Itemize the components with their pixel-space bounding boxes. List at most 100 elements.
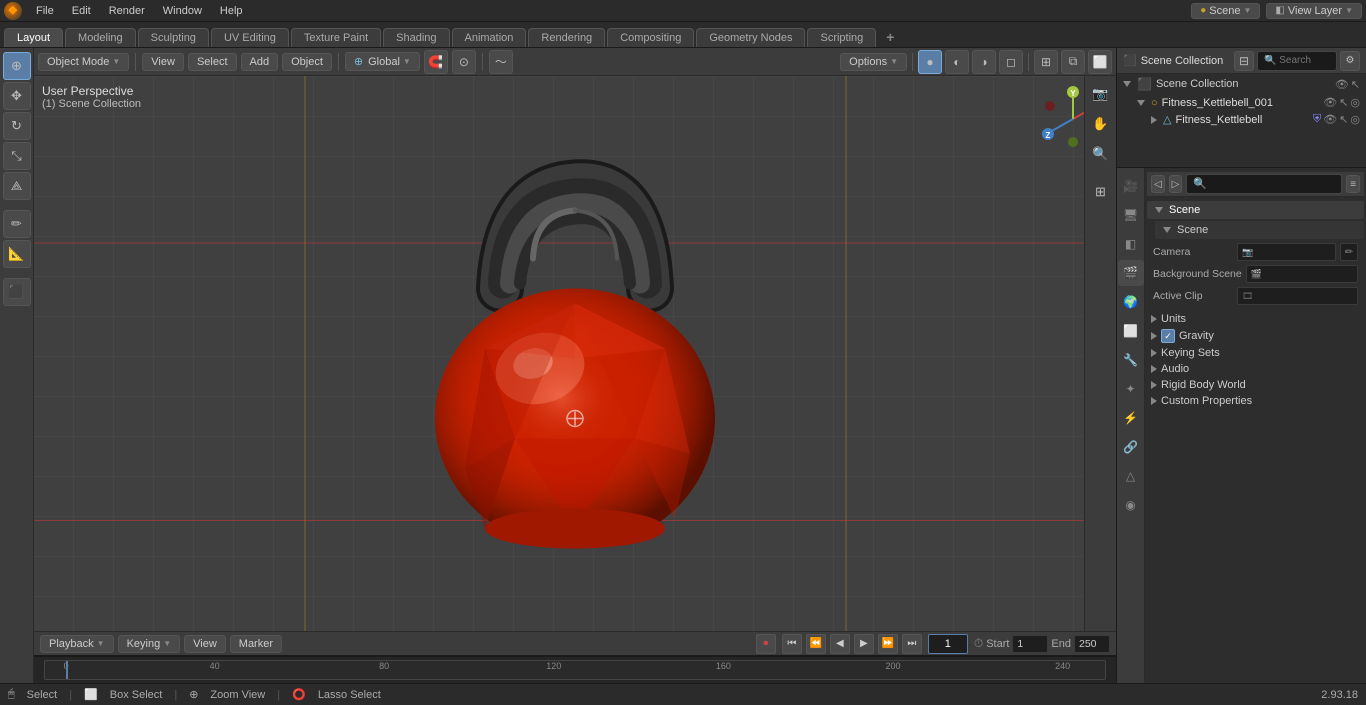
scene-selector[interactable]: ● Scene ▼ — [1191, 3, 1260, 19]
playback-dropdown[interactable]: Playback ▼ — [40, 635, 114, 653]
view-grid-btn[interactable]: ⊞ — [1087, 178, 1115, 206]
render-icon-2[interactable]: ◎ — [1350, 113, 1360, 126]
tab-sculpting[interactable]: Sculpting — [138, 28, 209, 47]
jump-end-button[interactable]: ⏭ — [902, 634, 922, 654]
audio-section-row[interactable]: Audio — [1147, 361, 1364, 377]
outliner-search-input[interactable] — [1257, 51, 1337, 71]
view-camera-btn[interactable]: 📷 — [1087, 80, 1115, 108]
prop-tab-world[interactable]: 🌍 — [1118, 289, 1144, 315]
tool-annotate[interactable]: ✏ — [3, 210, 31, 238]
prop-nav-forward[interactable]: ▷ — [1169, 175, 1183, 193]
tool-add-cube[interactable]: ⬛ — [3, 278, 31, 306]
play-button[interactable]: ▶ — [854, 634, 874, 654]
timeline-ruler-area[interactable]: 0 40 80 120 160 200 240 — [34, 656, 1116, 683]
tab-scripting[interactable]: Scripting — [807, 28, 876, 47]
blender-logo-icon[interactable]: 🔶 — [4, 2, 22, 20]
prop-tab-constraints[interactable]: 🔗 — [1118, 434, 1144, 460]
play-reverse-button[interactable]: ◀ — [830, 634, 850, 654]
menu-file[interactable]: File — [28, 3, 62, 19]
record-button[interactable]: ⏺ — [756, 634, 776, 654]
outliner-filter-icon[interactable]: ⊟ — [1234, 51, 1254, 71]
end-frame-input[interactable] — [1074, 635, 1110, 653]
viewport-shading-wireframe[interactable]: ◻ — [999, 50, 1023, 74]
tab-compositing[interactable]: Compositing — [607, 28, 694, 47]
view-timeline-menu[interactable]: View — [184, 635, 226, 653]
eye-icon-2[interactable]: 👁 — [1323, 113, 1337, 126]
tab-uv-editing[interactable]: UV Editing — [211, 28, 289, 47]
tab-animation[interactable]: Animation — [452, 28, 527, 47]
prop-options-icon[interactable]: ≡ — [1346, 175, 1360, 193]
add-menu[interactable]: Add — [241, 53, 279, 71]
tab-texture-paint[interactable]: Texture Paint — [291, 28, 381, 47]
select-icon-2[interactable]: ↖ — [1339, 113, 1348, 126]
transform-orientation[interactable]: ⊕ Global ▼ — [345, 52, 420, 71]
eye-icon-1[interactable]: 👁 — [1323, 96, 1337, 109]
options-button[interactable]: Options ▼ — [840, 53, 907, 71]
object-mode-dropdown[interactable]: Object Mode ▼ — [38, 53, 129, 71]
custom-props-section-row[interactable]: Custom Properties — [1147, 393, 1364, 409]
outliner-scene-collection[interactable]: ⬛ Scene Collection 👁 ↖ — [1117, 74, 1366, 94]
prop-tab-output[interactable]: 🖥 — [1118, 202, 1144, 228]
menu-window[interactable]: Window — [155, 3, 210, 19]
prop-tab-object[interactable]: ⬜ — [1118, 318, 1144, 344]
prop-tab-scene[interactable]: 🎬 — [1118, 260, 1144, 286]
active-clip-value[interactable]: 🎞 — [1237, 287, 1358, 305]
render-icon-1[interactable]: ◎ — [1350, 96, 1360, 109]
jump-start-button[interactable]: ⏮ — [782, 634, 802, 654]
units-section-row[interactable]: Units — [1147, 311, 1364, 327]
menu-edit[interactable]: Edit — [64, 3, 99, 19]
viewport-shading-material[interactable]: ◐ — [945, 50, 969, 74]
tab-shading[interactable]: Shading — [383, 28, 449, 47]
prop-tab-material[interactable]: ◉ — [1118, 492, 1144, 518]
tool-rotate[interactable]: ↻ — [3, 112, 31, 140]
eye-icon[interactable]: 👁 — [1335, 78, 1349, 91]
start-frame-input[interactable] — [1012, 635, 1048, 653]
select-menu[interactable]: Select — [188, 53, 237, 71]
gravity-section-row[interactable]: ✓ Gravity — [1147, 327, 1364, 345]
marker-menu[interactable]: Marker — [230, 635, 282, 653]
step-forward-button[interactable]: ⏩ — [878, 634, 898, 654]
scene-subsection-header[interactable]: Scene — [1155, 221, 1364, 239]
camera-edit-icon[interactable]: ✏ — [1340, 243, 1358, 261]
tool-cursor[interactable]: ⊕ — [3, 52, 31, 80]
viewport-shading-solid[interactable]: ● — [918, 50, 942, 74]
prop-tab-render[interactable]: 🎥 — [1118, 173, 1144, 199]
camera-value[interactable]: 📷 — [1237, 243, 1336, 261]
select-icon-1[interactable]: ↖ — [1339, 96, 1348, 109]
tool-move[interactable]: ✥ — [3, 82, 31, 110]
menu-render[interactable]: Render — [101, 3, 153, 19]
prop-tab-view-layer[interactable]: ◧ — [1118, 231, 1144, 257]
step-back-button[interactable]: ⏪ — [806, 634, 826, 654]
tool-transform[interactable]: ⟁ — [3, 172, 31, 200]
snap-button[interactable]: 🧲 — [424, 50, 448, 74]
tab-geometry-nodes[interactable]: Geometry Nodes — [696, 28, 805, 47]
gizmos-toggle[interactable]: ⊞ — [1034, 50, 1058, 74]
pointer-icon[interactable]: ↖ — [1351, 78, 1360, 91]
keying-sets-section-row[interactable]: Keying Sets — [1147, 345, 1364, 361]
tab-layout[interactable]: Layout — [4, 28, 63, 47]
properties-search[interactable] — [1186, 174, 1342, 194]
menu-help[interactable]: Help — [212, 3, 251, 19]
current-frame-input[interactable]: 1 — [928, 634, 968, 654]
view-hand-btn[interactable]: ✋ — [1087, 110, 1115, 138]
prop-tab-physics[interactable]: ⚡ — [1118, 405, 1144, 431]
timeline-ruler[interactable]: 0 40 80 120 160 200 240 — [44, 660, 1106, 680]
tab-rendering[interactable]: Rendering — [528, 28, 605, 47]
xray-toggle[interactable]: ⬜ — [1088, 50, 1112, 74]
keying-dropdown[interactable]: Keying ▼ — [118, 635, 181, 653]
tool-scale[interactable]: ⤡ — [3, 142, 31, 170]
gravity-checkbox[interactable]: ✓ — [1161, 329, 1175, 343]
proportional-edit-button[interactable]: ⊙ — [452, 50, 476, 74]
background-scene-value[interactable]: 🎬 — [1246, 265, 1358, 283]
outliner-item-kettlebell-mesh[interactable]: △ Fitness_Kettlebell ⛨ 👁 ↖ ◎ — [1117, 111, 1366, 128]
rigid-body-section-row[interactable]: Rigid Body World — [1147, 377, 1364, 393]
prop-tab-object-data[interactable]: △ — [1118, 463, 1144, 489]
prop-nav-back[interactable]: ◁ — [1151, 175, 1165, 193]
graph-icon[interactable]: 〜 — [489, 50, 513, 74]
scene-section-header[interactable]: Scene — [1147, 201, 1364, 219]
outliner-settings-icon[interactable]: ⚙ — [1340, 51, 1360, 71]
prop-tab-modifier[interactable]: 🔧 — [1118, 347, 1144, 373]
add-workspace-button[interactable]: + — [878, 27, 902, 47]
viewport-3d[interactable]: Object Mode ▼ View Select Add — [34, 48, 1116, 631]
view-menu[interactable]: View — [142, 53, 184, 71]
